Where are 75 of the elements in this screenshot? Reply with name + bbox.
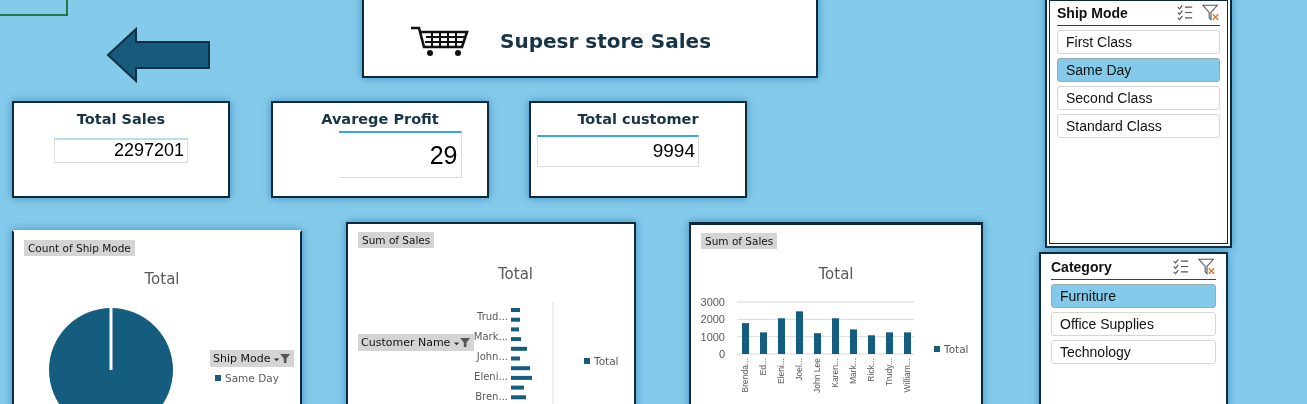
kpi-label: Total customer bbox=[577, 111, 699, 127]
axis-tick-label: 1000 bbox=[700, 330, 725, 343]
bar bbox=[511, 375, 532, 380]
bar bbox=[511, 346, 527, 351]
axis-label: Mark... bbox=[473, 330, 508, 344]
clear-filter-icon[interactable] bbox=[1202, 4, 1220, 21]
axis-label: John Lee bbox=[812, 358, 822, 393]
chart-title: Total bbox=[143, 270, 181, 288]
bar bbox=[511, 327, 519, 332]
chart-title: Total bbox=[498, 265, 534, 283]
bar bbox=[511, 395, 526, 400]
multi-select-icon[interactable] bbox=[1172, 258, 1190, 275]
kpi-label: Total Sales bbox=[76, 111, 166, 127]
bar bbox=[814, 333, 821, 354]
slicer-title: Ship Mode bbox=[1057, 4, 1129, 21]
bar bbox=[796, 311, 803, 354]
legend-item: Total bbox=[934, 343, 969, 355]
bar bbox=[511, 356, 520, 361]
axis-label: Trudy... bbox=[884, 358, 894, 386]
bar bbox=[832, 318, 839, 354]
bar bbox=[904, 332, 911, 354]
slicer-title: Category bbox=[1051, 258, 1113, 275]
slicer-item[interactable]: Second Class bbox=[1057, 86, 1220, 110]
field-button[interactable]: Count of Ship Mode bbox=[24, 240, 135, 256]
axis-label: Rick... bbox=[866, 358, 876, 382]
axis-tick-label: 0 bbox=[718, 348, 725, 360]
bar bbox=[850, 329, 857, 354]
slicer-item[interactable]: Office Supplies bbox=[1051, 312, 1216, 336]
axis-label: Mark... bbox=[848, 358, 858, 384]
legend-field-button[interactable]: Ship Mode bbox=[210, 350, 295, 367]
bar bbox=[742, 323, 749, 354]
legend-item: Same Day bbox=[215, 372, 279, 384]
kpi-label: Avarege Profit bbox=[321, 111, 439, 127]
axis-tick-label: 3000 bbox=[700, 296, 725, 308]
bar bbox=[760, 332, 767, 354]
multi-select-icon[interactable] bbox=[1176, 4, 1194, 21]
axis-label: John... bbox=[476, 350, 508, 364]
kpi-value: 9994 bbox=[537, 135, 699, 167]
axis-label: Trud... bbox=[477, 310, 508, 324]
slicer-item[interactable]: Standard Class bbox=[1057, 114, 1220, 138]
left-arrow-icon bbox=[106, 27, 212, 83]
slicer-item[interactable]: Technology bbox=[1051, 340, 1216, 364]
shopping-cart-icon bbox=[410, 25, 470, 57]
axis-label: Bren... bbox=[475, 390, 508, 404]
bar bbox=[511, 317, 520, 322]
slicer-item[interactable]: Furniture bbox=[1051, 284, 1216, 308]
axis-label: Joel... bbox=[794, 358, 804, 381]
dashboard-title: Supesr store Sales bbox=[500, 29, 712, 53]
filter-dropdown-icon bbox=[453, 337, 472, 348]
bar bbox=[511, 337, 521, 342]
field-button[interactable]: Sum of Sales bbox=[358, 232, 435, 248]
axis-field-button[interactable]: Customer Name bbox=[358, 334, 475, 351]
axis-label: Brenda... bbox=[740, 358, 750, 393]
filter-dropdown-icon bbox=[273, 353, 292, 364]
bar bbox=[511, 366, 530, 371]
clear-filter-icon[interactable] bbox=[1198, 258, 1216, 275]
bar bbox=[886, 332, 893, 354]
axis-label: Eleni... bbox=[776, 358, 786, 384]
bar bbox=[868, 335, 875, 354]
axis-label: Eleni... bbox=[474, 370, 508, 384]
chart-title: Total bbox=[817, 265, 855, 283]
cell-selection bbox=[0, 0, 68, 16]
kpi-value: 2297201 bbox=[54, 138, 188, 163]
slicer-item[interactable]: First Class bbox=[1057, 30, 1220, 54]
bar bbox=[511, 308, 520, 312]
legend-item: Total bbox=[584, 355, 619, 367]
kpi-value: 29 bbox=[338, 131, 462, 178]
bar bbox=[511, 385, 524, 390]
field-button[interactable]: Sum of Sales bbox=[701, 233, 778, 249]
axis-label: Karen... bbox=[830, 358, 840, 388]
slicer-item[interactable]: Same Day bbox=[1057, 58, 1220, 82]
axis-tick-label: 2000 bbox=[700, 313, 725, 326]
axis-label: William... bbox=[902, 358, 912, 393]
axis-label: Ed... bbox=[758, 358, 768, 376]
bar bbox=[778, 318, 785, 354]
